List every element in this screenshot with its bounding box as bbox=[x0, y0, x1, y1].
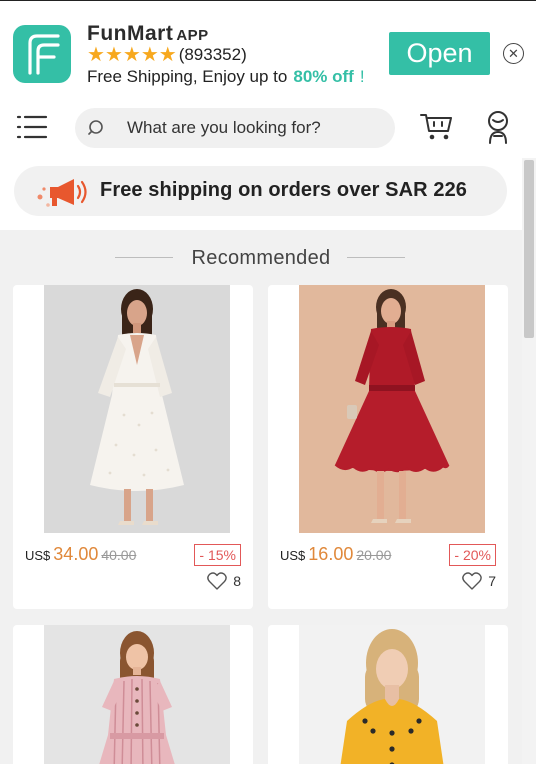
close-icon[interactable]: ✕ bbox=[503, 43, 524, 64]
scrollbar[interactable] bbox=[522, 158, 536, 764]
app-suffix: APP bbox=[176, 27, 209, 44]
promo-text: Free Shipping, Enjoy up to 80% off! bbox=[87, 67, 365, 87]
shipping-notice-text: Free shipping on orders over SAR 226 bbox=[100, 179, 468, 201]
favorite-button[interactable]: 7 bbox=[462, 572, 496, 590]
app-rating: ★ ★ ★ ★ ★ (893352) bbox=[87, 45, 247, 65]
product-price: 16.00 bbox=[308, 544, 354, 564]
like-count: 7 bbox=[488, 573, 496, 589]
shipping-notice[interactable]: Free shipping on orders over SAR 226 bbox=[14, 166, 507, 216]
like-count: 8 bbox=[233, 573, 241, 589]
original-price: 40.00 bbox=[101, 547, 137, 563]
promo-end: ! bbox=[359, 67, 365, 86]
product-image[interactable] bbox=[44, 625, 230, 764]
favorite-button[interactable]: 8 bbox=[207, 572, 241, 590]
promo-highlight: 80% off bbox=[293, 67, 354, 86]
rating-count: (893352) bbox=[178, 45, 247, 64]
product-image[interactable] bbox=[299, 625, 485, 764]
app-name-text: FunMart bbox=[87, 22, 174, 45]
open-app-button[interactable]: Open bbox=[389, 32, 490, 75]
menu-icon[interactable] bbox=[16, 114, 48, 140]
price-row: US$ 16.00 20.00 bbox=[280, 544, 391, 568]
app-name: FunMart APP bbox=[87, 22, 209, 46]
discount-badge: - 15% bbox=[194, 544, 241, 566]
section-heading: Recommended bbox=[0, 244, 522, 272]
heart-icon[interactable] bbox=[462, 572, 483, 590]
promo-text-main: Free Shipping, Enjoy up to bbox=[87, 67, 288, 86]
product-card[interactable]: US$ 16.00 20.00 - 20% 7 bbox=[268, 285, 508, 609]
shipping-notice-area: Free shipping on orders over SAR 226 bbox=[0, 158, 522, 230]
cart-icon[interactable] bbox=[420, 112, 454, 142]
star-icon: ★ bbox=[104, 44, 123, 66]
product-price: 34.00 bbox=[53, 544, 99, 564]
star-icon: ★ bbox=[122, 44, 141, 66]
megaphone-icon bbox=[37, 179, 87, 207]
discount-badge: - 20% bbox=[449, 544, 496, 566]
star-icon: ★ bbox=[140, 44, 159, 66]
star-icon: ★ bbox=[87, 44, 105, 66]
product-card[interactable] bbox=[13, 625, 253, 764]
funmart-logo-icon[interactable] bbox=[13, 25, 71, 83]
top-navigation bbox=[0, 96, 536, 158]
currency-label: US$ bbox=[25, 548, 51, 563]
search-icon[interactable] bbox=[88, 119, 106, 137]
currency-label: US$ bbox=[280, 548, 306, 563]
app-download-banner: FunMart APP ★ ★ ★ ★ ★ (893352) Free Shipp… bbox=[0, 0, 536, 96]
star-icon: ★ bbox=[158, 44, 177, 66]
product-card[interactable] bbox=[268, 625, 508, 764]
user-icon[interactable] bbox=[484, 110, 512, 144]
divider bbox=[115, 257, 173, 258]
original-price: 20.00 bbox=[356, 547, 392, 563]
product-image[interactable] bbox=[299, 285, 485, 533]
price-row: US$ 34.00 40.00 bbox=[25, 544, 136, 568]
product-card[interactable]: US$ 34.00 40.00 - 15% 8 bbox=[13, 285, 253, 609]
rating-stars: ★ ★ ★ ★ ★ bbox=[87, 45, 177, 65]
search-bar[interactable] bbox=[75, 108, 395, 148]
search-input[interactable] bbox=[127, 108, 387, 148]
product-image[interactable] bbox=[44, 285, 230, 533]
section-title: Recommended bbox=[191, 247, 331, 269]
heart-icon[interactable] bbox=[207, 572, 228, 590]
divider bbox=[347, 257, 405, 258]
scrollbar-thumb[interactable] bbox=[524, 160, 534, 338]
